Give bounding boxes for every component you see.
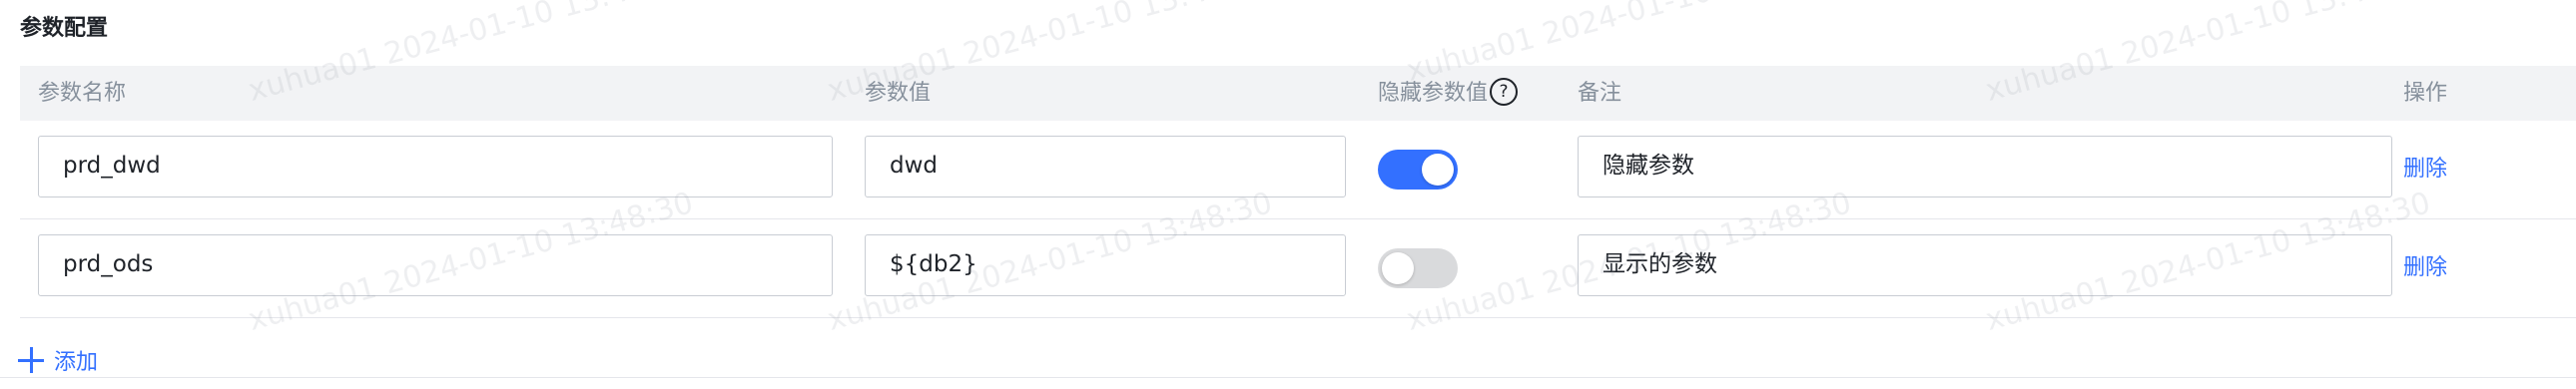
param-value-input[interactable]: ${db2}: [865, 234, 1346, 296]
header-param-name: 参数名称: [38, 81, 127, 106]
table-row: prd_dwd dwd 隐藏参数 删除: [20, 121, 2576, 219]
param-name-input[interactable]: prd_ods: [38, 234, 833, 296]
header-remark: 备注: [1578, 81, 1622, 106]
toggle-knob: [1382, 252, 1414, 284]
header-hide-value-label: 隐藏参数值: [1378, 81, 1489, 106]
delete-link[interactable]: 删除: [2403, 219, 2447, 317]
divider: [0, 377, 2576, 378]
hide-value-toggle[interactable]: [1378, 248, 1458, 288]
param-value-input[interactable]: dwd: [865, 136, 1346, 197]
param-name-input[interactable]: prd_dwd: [38, 136, 833, 197]
add-button-label: 添加: [54, 350, 99, 375]
parameter-table: 参数名称 参数值 隐藏参数值? 备注 操作 prd_dwd dwd 隐藏参数 删…: [20, 66, 2576, 318]
help-icon[interactable]: ?: [1490, 78, 1519, 106]
delete-link[interactable]: 删除: [2403, 121, 2447, 218]
table-header: 参数名称 参数值 隐藏参数值? 备注 操作: [20, 66, 2576, 121]
parameter-config-panel: 参数配置 参数名称 参数值 隐藏参数值? 备注 操作 prd_dwd dwd 隐…: [0, 0, 2576, 389]
remark-input[interactable]: 隐藏参数: [1578, 136, 2392, 197]
header-param-value: 参数值: [865, 81, 932, 106]
section-title: 参数配置: [20, 16, 109, 41]
remark-input[interactable]: 显示的参数: [1578, 234, 2392, 296]
add-button[interactable]: 添加: [18, 344, 98, 376]
plus-icon: [18, 347, 44, 373]
header-operation: 操作: [2403, 81, 2448, 106]
table-row: prd_ods ${db2} 显示的参数 删除: [20, 219, 2576, 318]
toggle-knob: [1422, 154, 1454, 186]
header-hide-value: 隐藏参数值?: [1378, 66, 1519, 121]
hide-value-toggle[interactable]: [1378, 150, 1458, 190]
